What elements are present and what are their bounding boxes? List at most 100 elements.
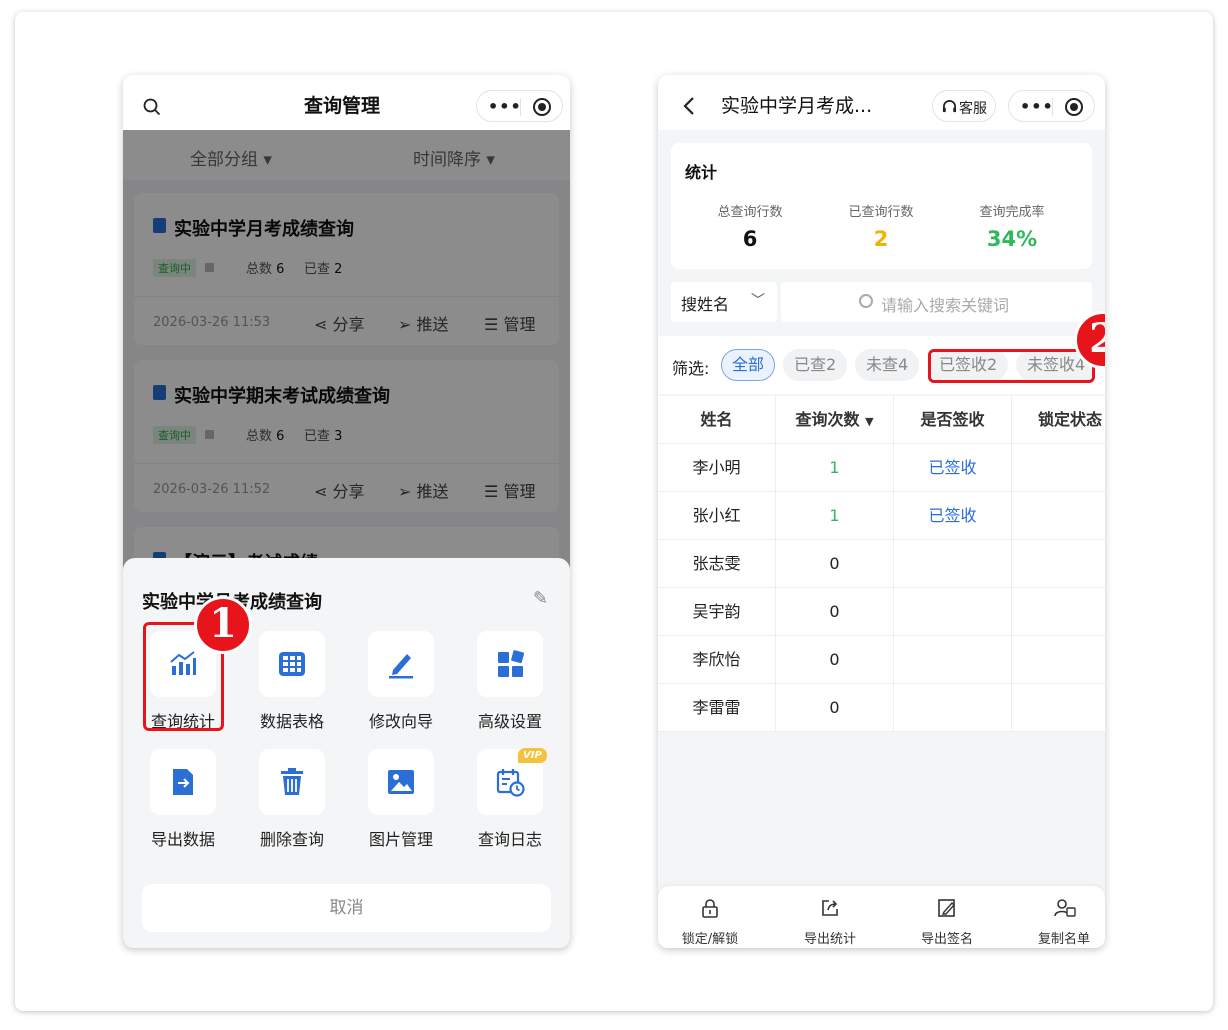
search-field-select[interactable]: 搜姓名 ﹀ [671, 282, 777, 322]
capsule-divider [1052, 98, 1053, 116]
cell-count: 1 [776, 444, 894, 492]
cell-signed [894, 540, 1012, 588]
edit-pencil-icon[interactable]: ✎ [533, 588, 548, 609]
cell-locked [1012, 540, 1105, 588]
action-label: 高级设置 [477, 712, 542, 731]
trash-icon [281, 768, 303, 795]
action-label: 导出数据 [150, 830, 215, 849]
cell-signed: 已签收 [894, 492, 1012, 540]
column-header: 是否签收 [894, 396, 1012, 444]
page-title: 实验中学月考成... [721, 95, 873, 117]
headset-icon [942, 100, 957, 113]
cell-count: 0 [776, 588, 894, 636]
signature-icon [938, 899, 955, 917]
table-header-row: 姓名 查询次数 ▼ 是否签收 锁定状态 [658, 396, 1105, 444]
stat-value-queried: 2 [873, 227, 889, 251]
table-row[interactable]: 张志雯 0 [658, 540, 1105, 588]
close-target-icon[interactable] [533, 98, 551, 116]
cell-count: 0 [776, 684, 894, 732]
customer-service-button[interactable]: 客服 [932, 90, 996, 122]
toolbar-label: 复制名单 [1037, 932, 1090, 947]
export-stats-button[interactable]: 导出统计 [775, 886, 885, 948]
image-icon [388, 770, 414, 794]
cell-name: 李雷雷 [658, 684, 776, 732]
table-row[interactable]: 李欣怡 0 [658, 636, 1105, 684]
export-signature-button[interactable]: 导出签名 [892, 886, 1002, 948]
cell-locked [1012, 492, 1105, 540]
filter-chip-queried[interactable]: 已查2 [783, 349, 848, 381]
action-advanced-settings[interactable] [477, 631, 543, 697]
back-icon[interactable] [682, 96, 696, 116]
sort-down-icon: ▼ [865, 415, 874, 428]
customer-service-label: 客服 [959, 101, 987, 117]
column-header-sortable[interactable]: 查询次数 ▼ [776, 396, 894, 444]
toolbar-label: 锁定/解锁 [681, 932, 739, 947]
column-header: 锁定状态 [1038, 410, 1103, 429]
search-icon[interactable] [143, 98, 161, 116]
action-label: 图片管理 [368, 830, 433, 849]
page-title: 查询管理 [304, 95, 381, 117]
table-icon [279, 652, 305, 676]
cell-name: 张小红 [658, 492, 776, 540]
filter-chip-unqueried[interactable]: 未查4 [855, 349, 920, 381]
chevron-down-icon: ﹀ [751, 293, 765, 309]
annotation-badge-1: 1 [194, 596, 252, 654]
stat-label: 总查询行数 [717, 205, 783, 220]
mini-capsule: ••• [1008, 90, 1095, 122]
action-delete-query[interactable] [259, 749, 325, 815]
action-data-table[interactable] [259, 631, 325, 697]
cell-name: 吴宇韵 [658, 588, 776, 636]
settings-grid-icon [498, 650, 525, 677]
cell-locked [1012, 444, 1105, 492]
cell-name: 李小明 [658, 444, 776, 492]
copy-list-button[interactable]: 复制名单 [1009, 886, 1105, 948]
action-label: 删除查询 [259, 830, 324, 849]
search-row: 搜姓名 ﹀ 请输入搜索关键词 [671, 282, 1092, 322]
filter-label: 筛选: [672, 359, 710, 378]
action-image-manage[interactable] [368, 749, 434, 815]
stats-title: 统计 [685, 163, 718, 182]
lock-unlock-button[interactable]: 锁定/解锁 [658, 886, 765, 948]
edit-icon [389, 654, 413, 679]
action-export-data[interactable] [150, 749, 216, 815]
cell-signed [894, 684, 1012, 732]
column-header-label: 查询次数 [795, 410, 860, 429]
cell-signed [894, 636, 1012, 684]
export-file-icon [173, 769, 193, 795]
cell-locked [1012, 588, 1105, 636]
more-icon[interactable]: ••• [488, 97, 522, 116]
toolbar-label: 导出统计 [803, 932, 856, 947]
cell-name: 李欣怡 [658, 636, 776, 684]
cell-count: 1 [776, 492, 894, 540]
more-icon[interactable]: ••• [1020, 97, 1054, 116]
action-label: 修改向导 [368, 712, 433, 731]
bottom-toolbar: 锁定/解锁 导出统计 导出签名 复制名单 [658, 886, 1105, 948]
action-edit-wizard[interactable] [368, 631, 434, 697]
search-field-label: 搜姓名 [681, 295, 730, 314]
action-label: 数据表格 [259, 712, 324, 731]
stat-label: 已查询行数 [848, 205, 914, 220]
table-row[interactable]: 张小红 1 已签收 [658, 492, 1105, 540]
vip-badge: VIP [518, 748, 547, 763]
user-copy-icon [1054, 899, 1076, 917]
cell-name: 张志雯 [658, 540, 776, 588]
cancel-button[interactable]: 取消 [142, 884, 551, 932]
cell-count: 0 [776, 636, 894, 684]
share-export-icon [822, 900, 838, 916]
column-header: 姓名 [658, 396, 776, 444]
table-row[interactable]: 吴宇韵 0 [658, 588, 1105, 636]
search-icon [859, 294, 873, 308]
toolbar-label: 导出签名 [920, 932, 973, 947]
search-input[interactable]: 请输入搜索关键词 [781, 282, 1092, 322]
cell-signed [894, 588, 1012, 636]
table-row[interactable]: 李雷雷 0 [658, 684, 1105, 732]
filter-chip-all[interactable]: 全部 [721, 349, 776, 381]
mini-capsule: ••• [476, 90, 563, 122]
stats-card: 统计 总查询行数 已查询行数 查询完成率 6 2 34% [671, 143, 1092, 269]
close-target-icon[interactable] [1065, 98, 1083, 116]
action-label: 查询日志 [477, 830, 542, 849]
table-row[interactable]: 李小明 1 已签收 [658, 444, 1105, 492]
left-phone: 查询管理 ••• 全部分组 ▾ 时间降序 ▾ 实验中学月考成绩查询 查询中 总数… [123, 75, 570, 948]
search-placeholder: 请输入搜索关键词 [881, 296, 1010, 315]
cell-signed: 已签收 [894, 444, 1012, 492]
